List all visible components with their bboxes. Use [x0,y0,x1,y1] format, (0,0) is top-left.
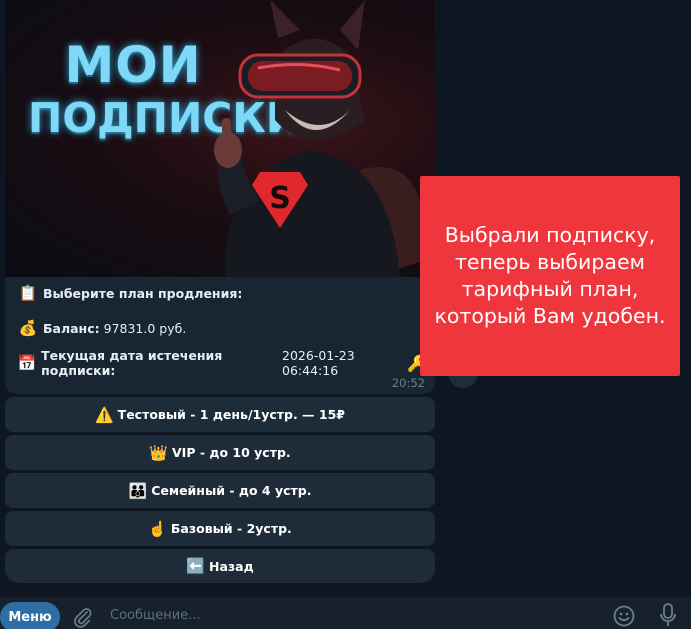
plan-basic-button[interactable]: ☝️ Базовый - 2устр. [5,511,435,546]
plan-family-button[interactable]: 👪 Семейный - до 4 устр. [5,473,435,508]
family-icon: 👪 [128,481,148,500]
annotation-callout: Выбрали подписку, теперь выбираем тарифн… [420,176,680,376]
balance-line: 💰 Баланс: 97831.0 руб. [17,316,187,340]
plan-family-label: Семейный - до 4 устр. [151,483,312,498]
balance-label: Баланс: [43,320,100,336]
plan-prompt-text: Выберите план продления: [43,285,243,301]
microphone-icon[interactable] [658,602,678,628]
plan-prompt-line: 📋 Выберите план продления: [17,281,246,305]
attach-icon[interactable] [72,606,94,628]
plan-basic-label: Базовый - 2устр. [170,521,292,536]
emblem-letter: S [269,181,291,216]
plan-vip-label: VIP - до 10 устр. [172,445,291,460]
balance-value: 97831.0 руб. [103,320,187,336]
plan-vip-button[interactable]: 👑 VIP - до 10 устр. [5,435,435,470]
message-input[interactable] [110,603,590,627]
crown-icon: 👑 [149,443,168,462]
clipboard-icon: 📋 [18,284,38,302]
hero-image: МОИ ПОДПИСКИ S [5,0,435,277]
expiry-value: 2026-01-23 06:44:16 [282,348,355,378]
money-bag-icon: 💰 [18,319,38,337]
menu-button[interactable]: Меню [0,602,60,629]
expiry-label: Текущая дата истечения подписки: [41,348,223,378]
plan-test-button[interactable]: ⚠️ Тестовый - 1 день/1устр. — 15₽ [5,397,435,432]
back-arrow-icon: ⬅️ [186,557,205,575]
expiry-line: 📅 Текущая дата истечения подписки: 2026-… [17,348,427,378]
fox-mascot-illustration: S [214,0,426,277]
back-button[interactable]: ⬅️ Назад [5,549,435,583]
message-composer: Меню [0,597,691,629]
back-label: Назад [208,558,254,574]
bot-message: МОИ ПОДПИСКИ S 📋 Выберите план продления… [5,0,435,394]
calendar-icon: 📅 [17,354,37,372]
callout-text: Выбрали подписку, теперь выбираем тарифн… [434,223,666,328]
pointing-up-icon: ☝️ [148,519,167,538]
warning-icon: ⚠️ [94,405,114,424]
plan-test-label: Тестовый - 1 день/1устр. — 15₽ [117,407,346,422]
message-time: 20:52 [391,376,425,390]
emoji-icon[interactable] [612,604,636,628]
menu-label: Меню [8,609,52,625]
